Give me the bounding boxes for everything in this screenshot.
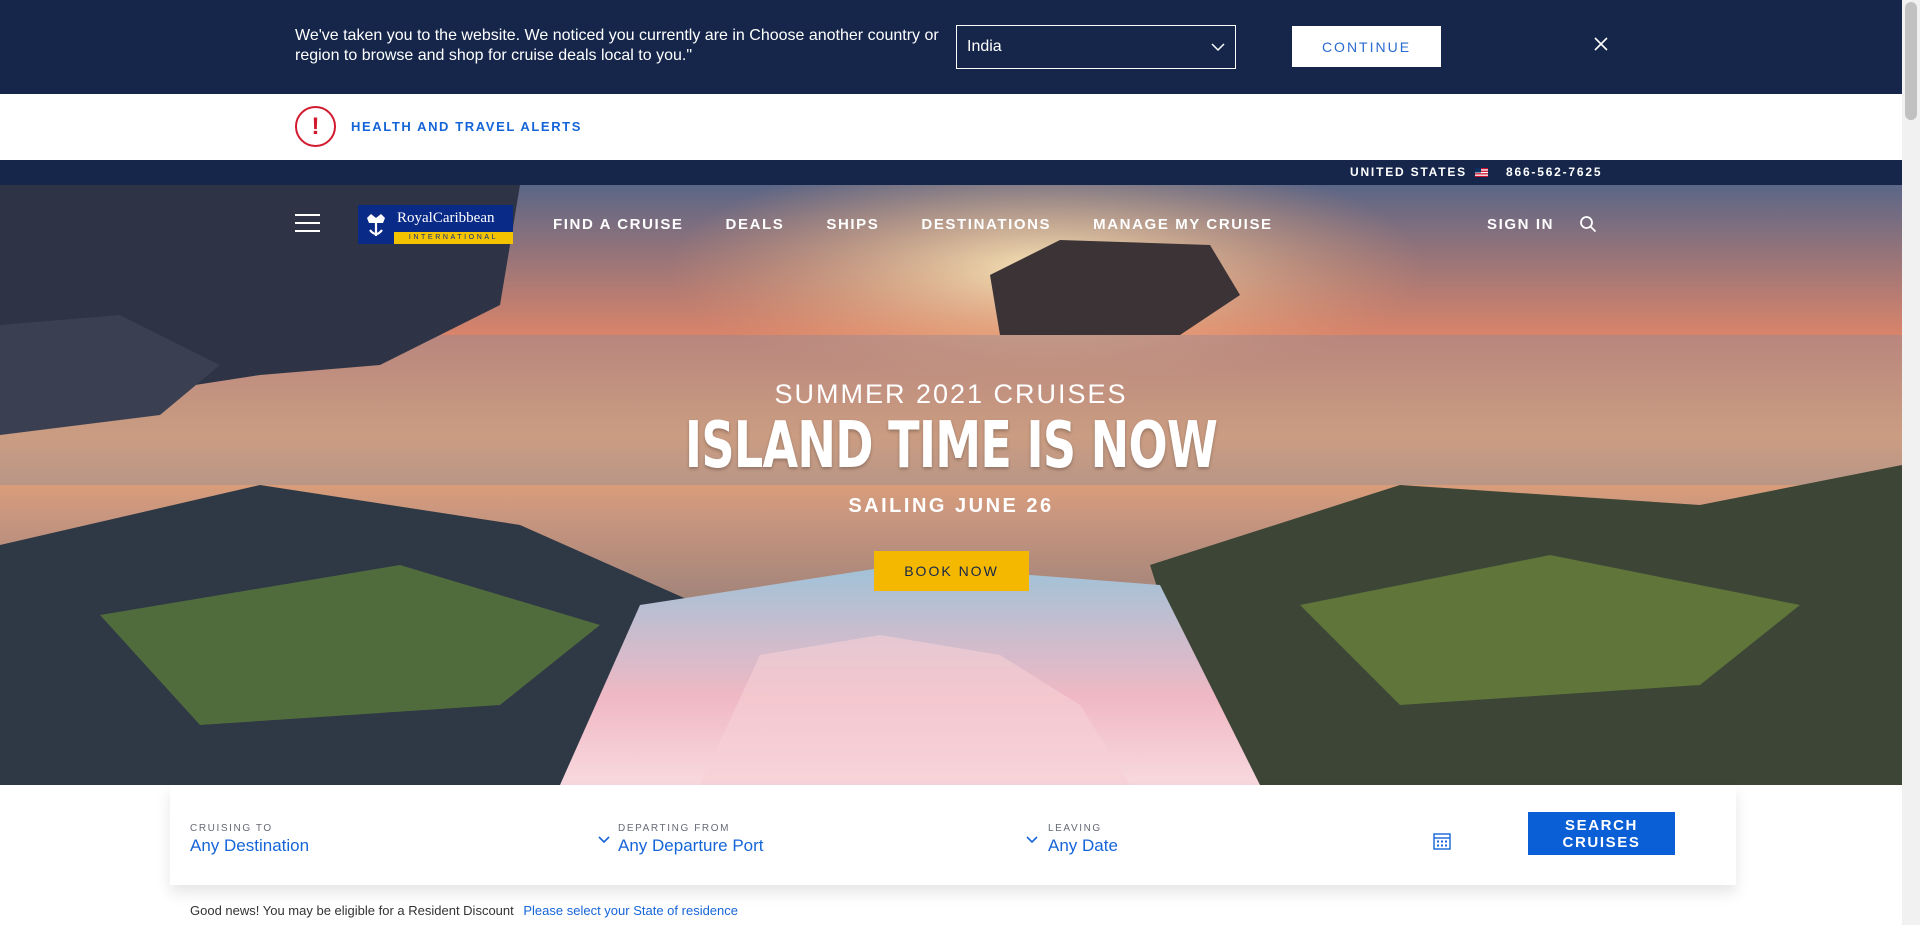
cruising-to-select[interactable]: CRUISING TO Any Destination [190,823,610,863]
sign-in-link[interactable]: SIGN IN [1487,216,1554,233]
chevron-down-icon [1211,42,1225,51]
logo-name: RoyalCaribbean [394,205,513,232]
leaving-date-picker[interactable]: LEAVING Any Date [1048,823,1453,863]
select-state-link[interactable]: Please select your State of residence [523,903,738,918]
resident-discount-notice: Good news! You may be eligible for a Res… [190,903,738,918]
country-banner-message: We've taken you to the website. We notic… [295,27,939,64]
departing-from-select[interactable]: DEPARTING FROM Any Departure Port [618,823,1038,863]
country-select[interactable]: India [956,25,1236,69]
departing-from-value: Any Departure Port [618,836,764,855]
alert-icon: ! [295,106,336,147]
logo-tagline: INTERNATIONAL [394,232,513,244]
cruising-to-label: CRUISING TO [190,823,273,834]
hero-background-image [0,185,1902,785]
phone-number[interactable]: 866-562-7625 [1506,165,1602,179]
country-switcher[interactable]: UNITED STATES [1350,165,1488,179]
hamburger-menu-icon[interactable] [295,214,320,232]
alerts-bar: ! HEALTH AND TRAVEL ALERTS [0,94,1902,160]
search-icon[interactable] [1579,215,1597,233]
cruise-search-panel: CRUISING TO Any Destination DEPARTING FR… [170,785,1736,885]
continue-button[interactable]: CONTINUE [1292,26,1441,67]
hero: RoyalCaribbean INTERNATIONAL FIND A CRUI… [0,185,1902,785]
page-scrollbar[interactable] [1902,0,1920,925]
departing-from-label: DEPARTING FROM [618,823,731,834]
nav-deals[interactable]: DEALS [726,216,785,233]
main-nav: RoyalCaribbean INTERNATIONAL FIND A CRUI… [0,185,1902,265]
health-travel-alerts-link[interactable]: HEALTH AND TRAVEL ALERTS [351,119,582,134]
crown-anchor-icon [358,205,394,244]
hero-eyebrow: SUMMER 2021 CRUISES [774,379,1128,409]
royal-caribbean-logo[interactable]: RoyalCaribbean INTERNATIONAL [358,205,513,244]
nav-ships[interactable]: SHIPS [826,216,879,233]
leaving-value: Any Date [1048,836,1118,855]
nav-manage-my-cruise[interactable]: MANAGE MY CRUISE [1093,216,1273,233]
country-banner: We've taken you to the website. We notic… [0,0,1902,94]
scrollbar-thumb[interactable] [1905,2,1917,120]
nav-destinations[interactable]: DESTINATIONS [921,216,1051,233]
leaving-label: LEAVING [1048,823,1102,834]
country-label: UNITED STATES [1350,165,1467,179]
country-select-value: India [967,38,1002,55]
hero-title: ISLAND TIME IS NOW [684,409,1218,483]
utility-bar: UNITED STATES 866-562-7625 [0,160,1902,185]
hero-subtitle: SAILING JUNE 26 [848,495,1054,517]
search-cruises-button[interactable]: SEARCH CRUISES [1528,812,1675,855]
resident-discount-text: Good news! You may be eligible for a Res… [190,903,514,918]
book-now-button[interactable]: BOOK NOW [874,551,1029,591]
calendar-icon [1433,833,1451,850]
nav-links: FIND A CRUISE DEALS SHIPS DESTINATIONS M… [553,216,1315,233]
nav-find-a-cruise[interactable]: FIND A CRUISE [553,216,684,233]
us-flag-icon [1474,167,1488,177]
chevron-down-icon [1026,836,1038,844]
close-icon[interactable] [1592,35,1610,53]
chevron-down-icon [598,836,610,844]
cruising-to-value: Any Destination [190,836,310,855]
